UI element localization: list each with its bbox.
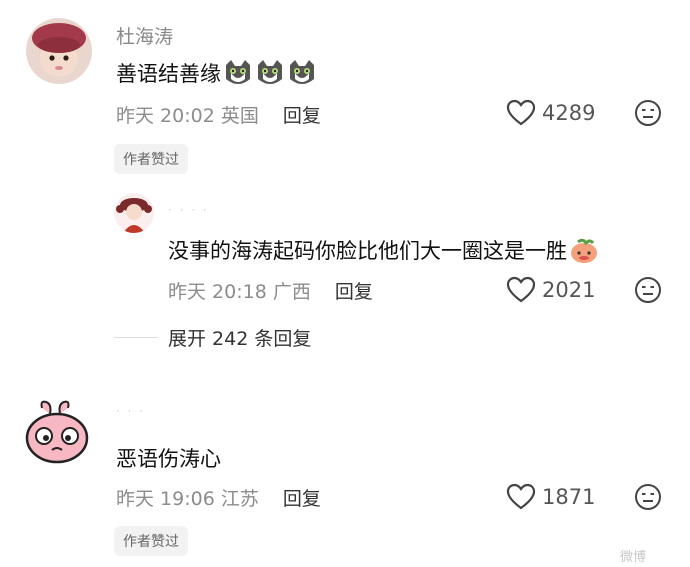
comment-text: 恶语伤涛心	[116, 447, 221, 471]
pink-bunny-sticker-icon	[25, 400, 89, 464]
timestamp: 昨天 20:18	[168, 281, 267, 303]
avatar-reply-1[interactable]	[114, 193, 154, 233]
expand-replies-label: 展开 242 条回复	[168, 328, 312, 350]
reply-button[interactable]: 回复	[335, 281, 373, 303]
like-button[interactable]: 4289	[506, 99, 595, 127]
peach-sticker-icon	[569, 236, 599, 264]
dislike-button[interactable]	[634, 276, 662, 308]
reply-meta: 昨天 20:18 广西 回复	[168, 277, 373, 304]
reply-username-placeholder: · · · ·	[168, 203, 209, 217]
watermark: 微博	[620, 550, 647, 565]
divider-line	[114, 337, 158, 338]
timestamp: 昨天 20:02	[116, 105, 215, 127]
timestamp: 昨天 19:06	[116, 488, 215, 510]
reply-text-label: 没事的海涛起码你脸比他们大一圈这是一胜	[168, 239, 567, 263]
avatar-comment-1[interactable]	[26, 18, 92, 84]
dislike-button[interactable]	[634, 99, 662, 131]
cartoon-avatar-icon	[114, 193, 154, 233]
comment-meta: 昨天 19:06 江苏 回复	[116, 484, 321, 511]
comment-text: 善语结善缘	[116, 58, 317, 88]
avatar-comment-3[interactable]	[22, 398, 92, 468]
heart-icon	[506, 276, 536, 303]
reply-button[interactable]: 回复	[283, 105, 321, 127]
username-placeholder: · · ·	[116, 404, 146, 418]
cat-sticker-icon	[223, 59, 317, 87]
reply-button[interactable]: 回复	[283, 488, 321, 510]
comment-text-label: 善语结善缘	[116, 62, 221, 86]
location: 广西	[272, 281, 311, 303]
dislike-button[interactable]	[634, 483, 662, 515]
comment-meta: 昨天 20:02 英国 回复	[116, 101, 321, 128]
child-avatar-icon	[26, 18, 92, 84]
username[interactable]: 杜海涛	[116, 22, 173, 49]
like-button[interactable]: 1871	[506, 483, 595, 511]
like-count: 1871	[542, 485, 596, 509]
heart-icon	[506, 483, 536, 510]
author-liked-badge: 作者赞过	[114, 526, 188, 556]
neutral-face-icon	[635, 484, 661, 510]
neutral-face-icon	[635, 100, 661, 126]
heart-icon	[506, 99, 536, 126]
like-count: 2021	[542, 278, 596, 302]
location: 英国	[220, 105, 259, 127]
like-button[interactable]: 2021	[506, 276, 595, 304]
expand-replies-button[interactable]: 展开 242 条回复	[114, 324, 311, 351]
neutral-face-icon	[635, 277, 661, 303]
like-count: 4289	[542, 101, 596, 125]
reply-text: 没事的海涛起码你脸比他们大一圈这是一胜	[168, 235, 599, 265]
author-liked-badge: 作者赞过	[114, 144, 188, 174]
location: 江苏	[220, 488, 259, 510]
